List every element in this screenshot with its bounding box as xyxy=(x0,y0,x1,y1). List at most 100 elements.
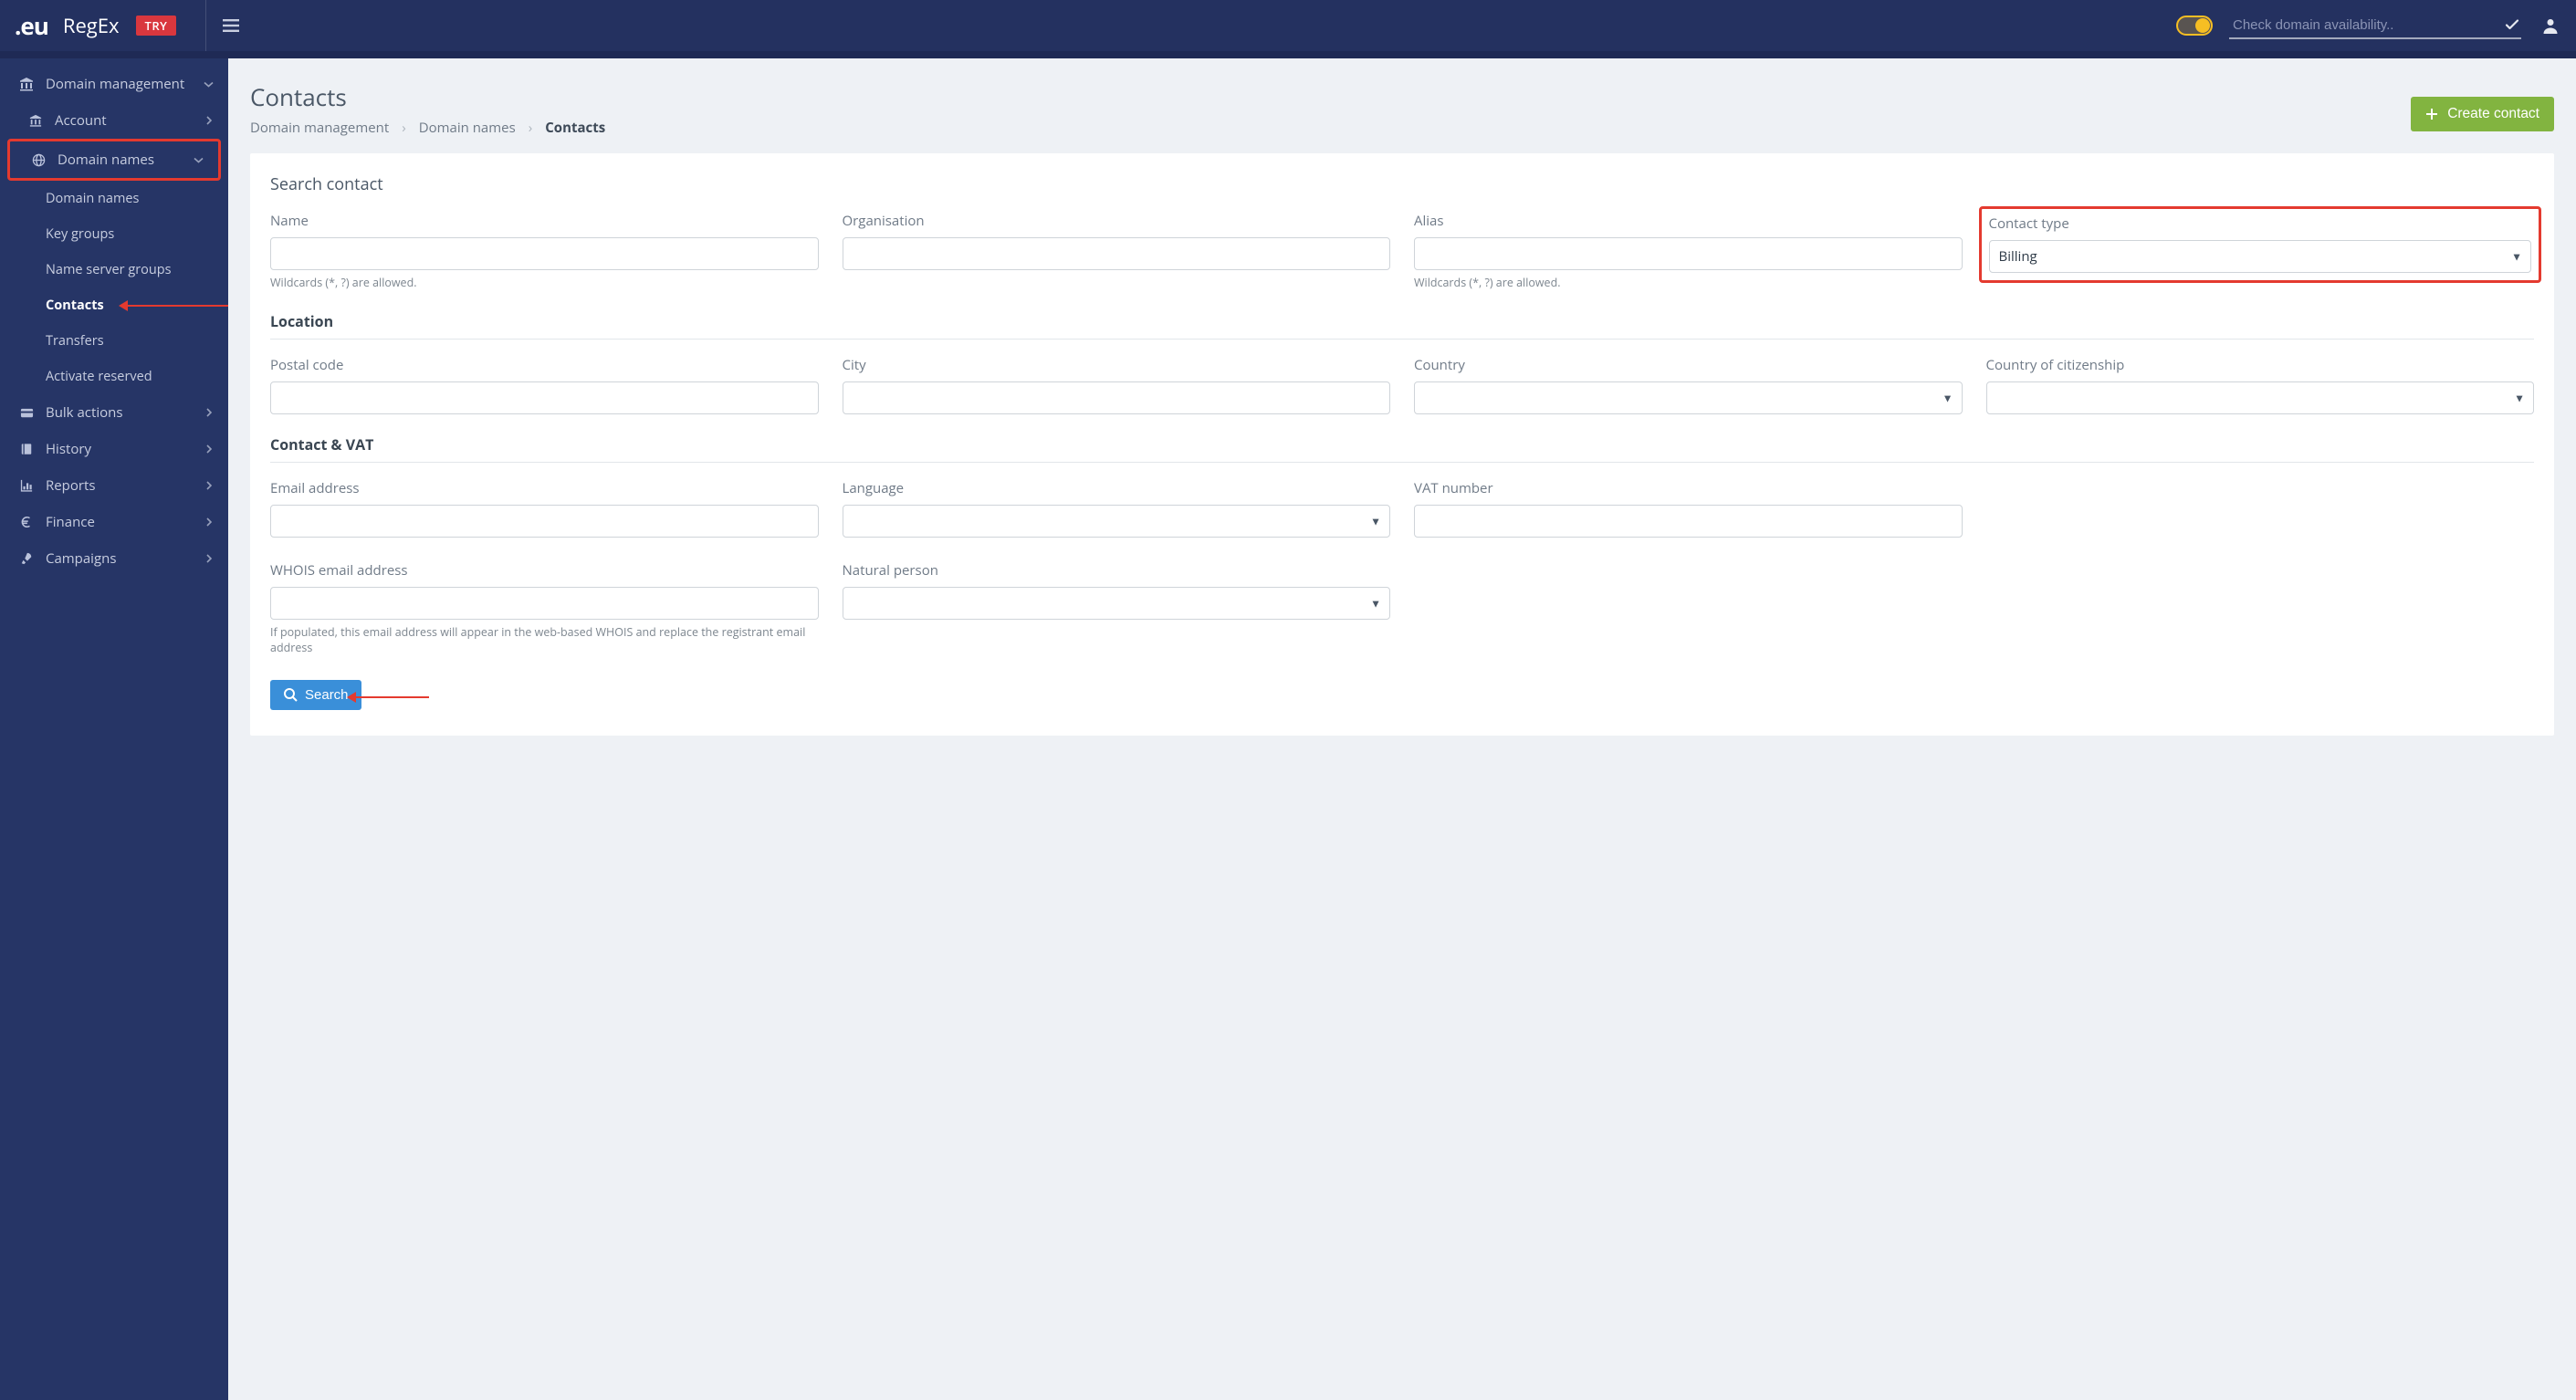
field-citizenship: Country of citizenship ▼ xyxy=(1986,356,2535,414)
book-icon xyxy=(18,443,35,455)
chevron-right-icon: › xyxy=(402,119,406,137)
menu-toggle[interactable] xyxy=(223,19,239,32)
label-vat: VAT number xyxy=(1414,479,1963,497)
field-whois-email: WHOIS email address If populated, this e… xyxy=(270,561,819,656)
chevron-right-icon xyxy=(204,116,214,125)
select-country[interactable] xyxy=(1414,381,1963,414)
check-icon[interactable] xyxy=(2505,17,2519,32)
label-city: City xyxy=(843,356,1391,374)
input-whois-email[interactable] xyxy=(270,587,819,620)
caret-down-icon: ▼ xyxy=(2514,390,2525,405)
field-city: City xyxy=(843,356,1391,414)
label-contact-type: Contact type xyxy=(1989,214,2532,233)
caret-down-icon: ▼ xyxy=(1942,390,1953,405)
sidebar: Domain management Account Domain names xyxy=(0,58,228,1400)
chevron-right-icon: › xyxy=(529,119,533,137)
field-language: Language ▼ xyxy=(843,479,1391,538)
label-alias: Alias xyxy=(1414,212,1963,230)
nav-reports[interactable]: Reports xyxy=(0,467,228,504)
brand-regex: RegEx xyxy=(63,12,120,39)
nav-finance[interactable]: Finance xyxy=(0,504,228,540)
annotation-arrow xyxy=(356,696,429,698)
nav-bulk-actions[interactable]: Bulk actions xyxy=(0,394,228,431)
annotation-arrow xyxy=(128,305,228,307)
select-citizenship[interactable] xyxy=(1986,381,2535,414)
hint-wildcards: Wildcards (*, ?) are allowed. xyxy=(270,276,819,291)
nav-domain-names[interactable]: Domain names xyxy=(10,141,218,178)
badge-try: TRY xyxy=(136,16,177,36)
globe-icon xyxy=(30,153,47,167)
annotation-highlight-domain-names: Domain names xyxy=(7,139,221,181)
page-title: Contacts xyxy=(250,80,605,113)
crumb-domain-management[interactable]: Domain management xyxy=(250,119,389,137)
nav-sub-key-groups[interactable]: Key groups xyxy=(0,216,228,252)
label-natural: Natural person xyxy=(843,561,1391,580)
nav-history[interactable]: History xyxy=(0,431,228,467)
input-vat[interactable] xyxy=(1414,505,1963,538)
label-name: Name xyxy=(270,212,819,230)
field-name: Name Wildcards (*, ?) are allowed. xyxy=(270,212,819,291)
nav-sub-transfers[interactable]: Transfers xyxy=(0,323,228,359)
field-vat: VAT number xyxy=(1414,479,1963,538)
user-menu[interactable] xyxy=(2541,16,2560,35)
hamburger-icon xyxy=(223,19,239,32)
caret-down-icon: ▼ xyxy=(1370,513,1381,528)
label-postal: Postal code xyxy=(270,356,819,374)
nav-sub-contacts[interactable]: Contacts xyxy=(0,287,228,323)
section-location: Location xyxy=(270,311,2534,340)
label-email: Email address xyxy=(270,479,819,497)
nav-sub-activate-reserved[interactable]: Activate reserved xyxy=(0,359,228,394)
select-natural[interactable] xyxy=(843,587,1391,620)
nav-domain-management[interactable]: Domain management xyxy=(0,66,228,102)
annotation-highlight-contact-type: Contact type Billing ▼ xyxy=(1979,206,2542,283)
field-contact-type: Contact type Billing ▼ xyxy=(1986,212,2535,291)
input-email[interactable] xyxy=(270,505,819,538)
input-postal[interactable] xyxy=(270,381,819,414)
input-name[interactable] xyxy=(270,237,819,270)
field-natural-person: Natural person ▼ xyxy=(843,561,1391,656)
select-language[interactable] xyxy=(843,505,1391,538)
divider xyxy=(205,0,206,51)
top-accent xyxy=(0,51,2576,58)
chevron-down-icon xyxy=(194,155,204,165)
nav-account[interactable]: Account xyxy=(0,102,228,139)
plus-icon xyxy=(2425,108,2438,120)
top-bar: .eu RegEx TRY xyxy=(0,0,2576,51)
field-postal: Postal code xyxy=(270,356,819,414)
label-country: Country xyxy=(1414,356,1963,374)
create-contact-button[interactable]: Create contact xyxy=(2411,97,2554,131)
label-whois-email: WHOIS email address xyxy=(270,561,819,580)
brand-eu: .eu xyxy=(15,9,48,42)
main-content: Contacts Domain management › Domain name… xyxy=(228,58,2576,1400)
chevron-right-icon xyxy=(204,408,214,417)
input-alias[interactable] xyxy=(1414,237,1963,270)
section-contact-vat: Contact & VAT xyxy=(270,434,2534,463)
caret-down-icon: ▼ xyxy=(2511,249,2522,265)
nav-sub-domain-names[interactable]: Domain names xyxy=(0,181,228,216)
nav-campaigns[interactable]: Campaigns xyxy=(0,540,228,577)
nav-sub-name-server-groups[interactable]: Name server groups xyxy=(0,252,228,287)
breadcrumb: Domain management › Domain names › Conta… xyxy=(250,119,605,137)
label-citizenship: Country of citizenship xyxy=(1986,356,2535,374)
field-organisation: Organisation xyxy=(843,212,1391,291)
domain-search-input[interactable] xyxy=(2231,16,2492,34)
chevron-right-icon xyxy=(204,444,214,454)
hint-wildcards: Wildcards (*, ?) are allowed. xyxy=(1414,276,1963,291)
crumb-contacts: Contacts xyxy=(545,119,605,137)
search-contact-card: Search contact Name Wildcards (*, ?) are… xyxy=(250,153,2554,736)
card-icon xyxy=(18,406,35,420)
caret-down-icon: ▼ xyxy=(1370,595,1381,611)
input-city[interactable] xyxy=(843,381,1391,414)
domain-search xyxy=(2229,13,2521,39)
bank-icon xyxy=(18,77,35,91)
hint-whois: If populated, this email address will ap… xyxy=(270,625,819,656)
chart-icon xyxy=(18,479,35,492)
input-organisation[interactable] xyxy=(843,237,1391,270)
field-alias: Alias Wildcards (*, ?) are allowed. xyxy=(1414,212,1963,291)
crumb-domain-names[interactable]: Domain names xyxy=(419,119,516,137)
theme-toggle[interactable] xyxy=(2176,16,2213,36)
chevron-right-icon xyxy=(204,481,214,490)
select-contact-type[interactable]: Billing xyxy=(1989,240,2532,273)
rocket-icon xyxy=(18,552,35,565)
field-email: Email address xyxy=(270,479,819,538)
